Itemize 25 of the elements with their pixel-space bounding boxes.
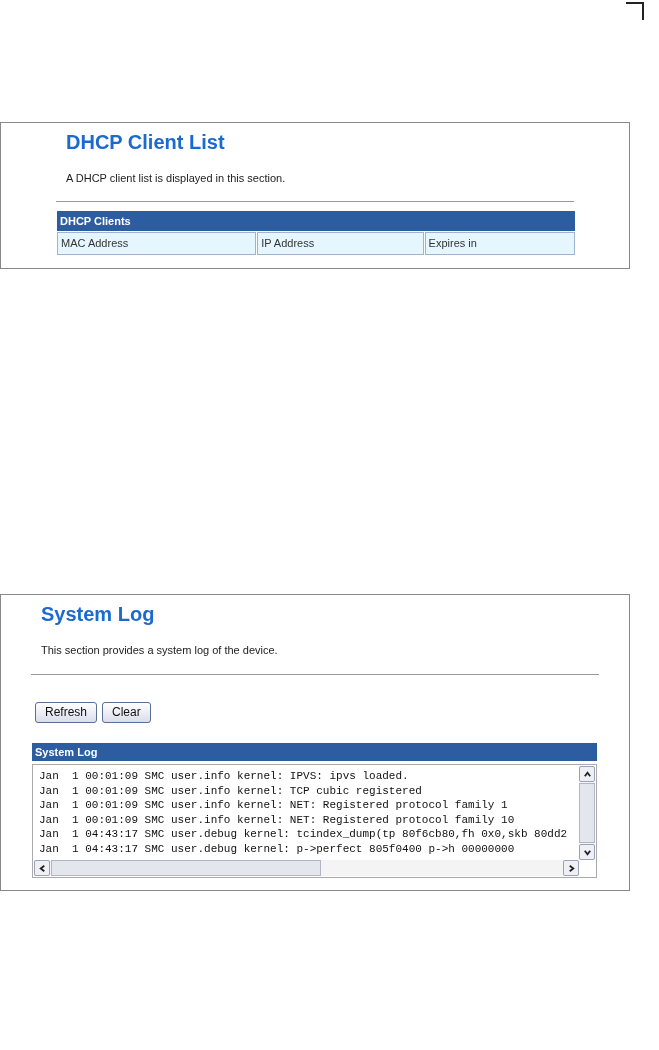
scroll-right-icon[interactable]	[563, 860, 579, 876]
log-textarea[interactable]	[32, 764, 597, 878]
log-caption: System Log	[32, 743, 597, 761]
log-line: Jan 1 00:01:09 SMC user.info kernel: NET: Registered protocol family 1	[39, 798, 509, 813]
panel-description: A DHCP client list is displayed in this section.	[66, 171, 287, 185]
panel-description: This section provides a system log of the device.	[41, 643, 279, 657]
log-button[interactable]: Clear	[102, 702, 151, 723]
scroll-up-icon[interactable]	[579, 766, 595, 782]
scroll-down-icon[interactable]	[579, 844, 595, 860]
column-header: IP Address	[257, 232, 424, 255]
log-line: Jan 1 00:01:09 SMC user.info kernel: NET: Registered protocol family 10	[39, 812, 516, 827]
log-line: Jan 1 04:43:17 SMC user.debug kernel: tcindex_dump(tp 80f6cb80,fh 0x0,skb 80dd2	[39, 827, 569, 842]
log-line: Jan 1 00:01:09 SMC user.info kernel: IPVS: ipvs loaded.	[39, 769, 410, 784]
vertical-scrollbar[interactable]	[579, 766, 595, 860]
column-header: Expires in	[424, 232, 575, 255]
table-caption: DHCP Clients	[57, 211, 575, 231]
log-line: Jan 1 00:01:09 SMC user.info kernel: TCP cubic registered	[39, 783, 423, 798]
scroll-left-icon[interactable]	[34, 860, 50, 876]
horizontal-scrollbar[interactable]	[34, 860, 579, 876]
column-header: MAC Address	[57, 232, 257, 255]
panel-title: System Log	[41, 602, 156, 627]
log-line: Jan 1 04:43:17 SMC user.debug kernel: p->perfect 805f0400 p->h 00000000	[39, 841, 516, 856]
corner-mark	[626, 2, 644, 20]
panel-title: DHCP Client List	[66, 130, 226, 155]
log-button[interactable]: Refresh	[35, 702, 98, 723]
